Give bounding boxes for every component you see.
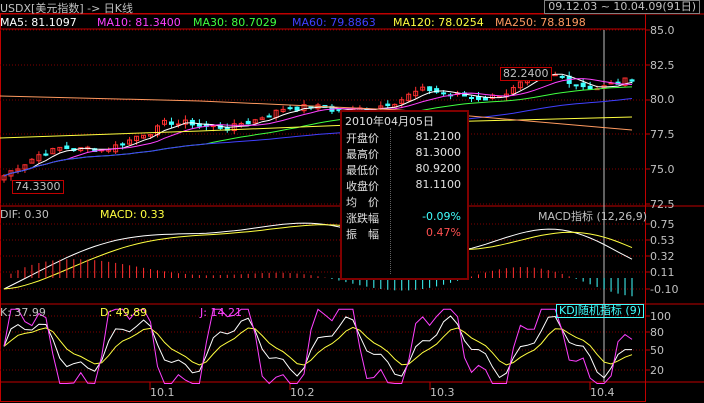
date-range: 09.12.03 ~ 10.04.09(91日) — [544, 0, 700, 14]
tooltip-value-low: 80.9200 — [415, 162, 462, 175]
candle-body — [580, 82, 586, 88]
tooltip-label-amplitude: 振 幅 — [346, 228, 379, 241]
macd-tick-1: 0.53 — [650, 234, 675, 247]
price-tick-75: 75.0 — [650, 163, 675, 176]
macd-value-label: MACD: 0.33 — [100, 208, 165, 221]
j-label: J: 14.21 — [200, 306, 242, 319]
macd-tick-0: 0.75 — [650, 218, 675, 231]
candle-body — [64, 145, 70, 150]
candle-body — [385, 103, 391, 107]
candle-body — [469, 97, 475, 100]
tooltip-value-amplitude: 0.47% — [426, 226, 461, 239]
macd-tick-2: 0.32 — [650, 250, 675, 263]
tooltip-label-change: 涨跌幅 — [346, 212, 379, 225]
candle-body — [43, 153, 49, 156]
macd-indicator-title[interactable]: MACD指标 (12,26,9) — [538, 208, 647, 224]
stock-chart-window: USDX[美元指数] -> 日K线 09.12.03 ~ 10.04.09(91… — [0, 0, 704, 403]
candle-body — [287, 107, 293, 110]
candle-body — [587, 85, 593, 90]
candle-body — [427, 86, 433, 92]
low-price-label: 74.3300 — [12, 180, 64, 194]
dea-line — [3, 224, 633, 290]
tooltip-label-low: 最低价 — [346, 164, 379, 177]
k-label: K: 37.99 — [0, 306, 46, 319]
x-tick-10-3: 10.3 — [430, 386, 455, 399]
price-tick-85: 85.0 — [650, 24, 675, 37]
ma250-line — [0, 95, 633, 131]
tooltip-value-change: -0.09% — [422, 210, 461, 223]
tooltip-value-close: 81.1100 — [415, 178, 462, 191]
tooltip-divider — [390, 128, 392, 274]
candle-body — [482, 97, 488, 101]
candle-body — [168, 121, 174, 125]
ma30-label: MA30: 80.7029 — [193, 16, 277, 29]
kdj-tick-20: 20 — [650, 364, 664, 377]
tooltip-date: 2010年04月05日 — [345, 115, 434, 128]
candle-body — [573, 84, 579, 87]
tooltip-value-high: 81.3000 — [415, 146, 462, 159]
tooltip-label-avg: 均 价 — [346, 196, 379, 209]
price-tick-80: 80.0 — [650, 93, 675, 106]
macd-tick-4: -0.10 — [650, 283, 679, 296]
ma10-line — [3, 78, 633, 177]
candle-body — [266, 115, 272, 118]
candle-body — [559, 75, 565, 78]
candle-body — [294, 106, 300, 111]
candle-body — [441, 92, 447, 95]
chart-title: USDX[美元指数] -> 日K线 — [0, 2, 134, 15]
ma10-label: MA10: 81.3400 — [97, 16, 181, 29]
bar-info-tooltip: 2010年04月05日 开盘价 81.2100 最高价 81.3000 最低价 … — [340, 110, 469, 280]
dif-label: DIF: 0.30 — [0, 208, 49, 221]
d-line — [3, 326, 633, 366]
price-tick-82-5: 82.5 — [650, 59, 675, 72]
x-tick-10-1: 10.1 — [150, 386, 175, 399]
kdj-indicator-title[interactable]: KDJ随机指标 (9) — [556, 304, 645, 318]
tooltip-label-open: 开盘价 — [346, 132, 379, 145]
candle-body — [629, 79, 635, 82]
tooltip-label-high: 最高价 — [346, 148, 379, 161]
high-price-label: 82.2400 — [500, 67, 552, 81]
kdj-tick-50: 50 — [650, 344, 664, 357]
macd-tick-3: 0.11 — [650, 266, 675, 279]
ma250-label: MA250: 78.8198 — [495, 16, 586, 29]
tooltip-label-close: 收盘价 — [346, 180, 379, 193]
x-tick-10-4: 10.4 — [590, 386, 615, 399]
price-tick-72-5: 72.5 — [650, 198, 675, 211]
candle-body — [120, 143, 126, 146]
price-tick-77-5: 77.5 — [650, 128, 675, 141]
tooltip-value-open: 81.2100 — [415, 130, 462, 143]
kdj-tick-100: 100 — [650, 310, 671, 323]
candle-body — [245, 120, 251, 125]
ma5-label: MA5: 81.1097 — [0, 16, 77, 29]
x-tick-10-2: 10.2 — [290, 386, 315, 399]
d-label: D: 49.89 — [100, 306, 148, 319]
kdj-tick-80: 80 — [650, 326, 664, 339]
ma60-label: MA60: 79.8863 — [292, 16, 376, 29]
ma120-label: MA120: 78.0254 — [393, 16, 484, 29]
